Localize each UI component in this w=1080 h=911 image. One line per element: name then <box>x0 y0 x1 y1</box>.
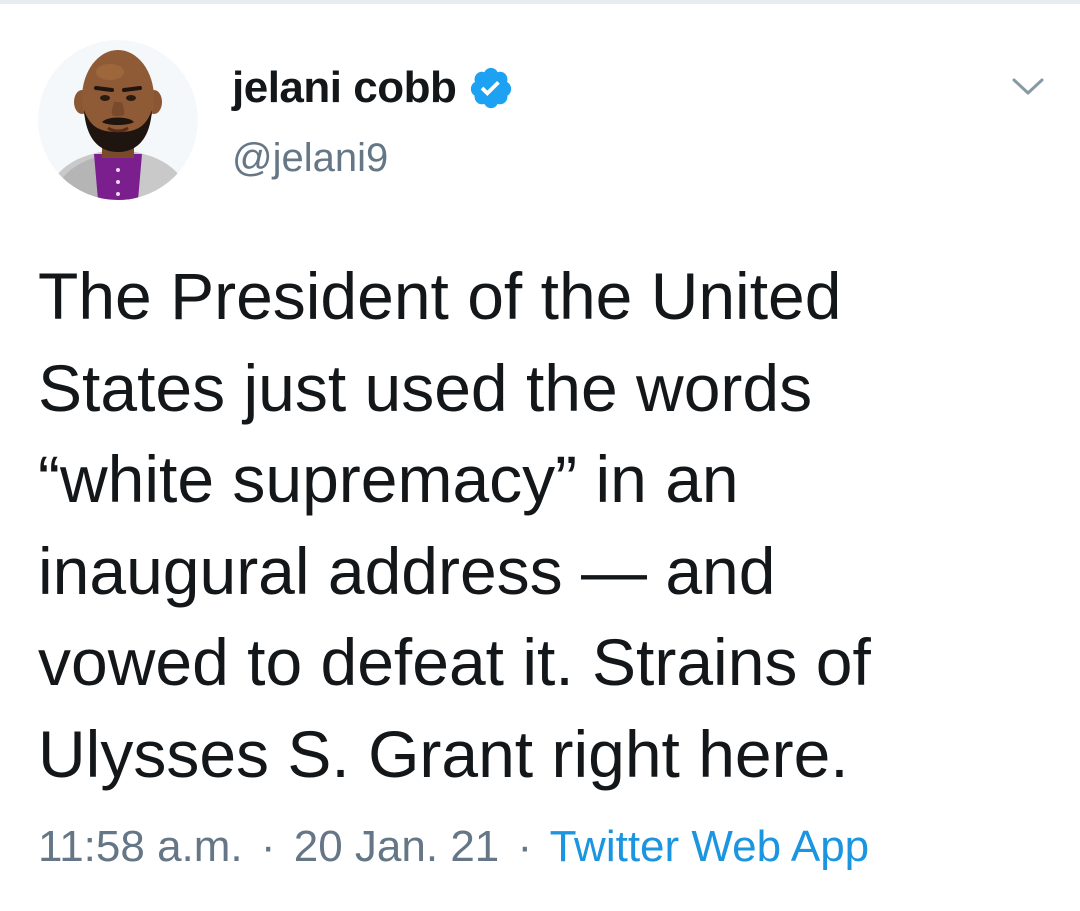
tweet-text: The President of the United States just … <box>38 251 1048 800</box>
meta-separator: · <box>260 822 276 871</box>
tweet-text-line: “white supremacy” in an <box>38 442 739 516</box>
avatar[interactable] <box>38 40 198 200</box>
meta-separator: · <box>517 822 533 871</box>
tweet-text-line: inaugural address — and <box>38 533 776 608</box>
tweet-text-line: vowed to defeat it. Strains of <box>38 625 871 699</box>
author-handle[interactable]: @jelani9 <box>232 136 388 181</box>
chevron-down-icon[interactable] <box>1008 68 1048 104</box>
tweet-text-line: Ulysses S. Grant right here. <box>38 716 849 791</box>
tweet-source-link[interactable]: Twitter Web App <box>550 822 870 871</box>
tweet-date[interactable]: 20 Jan. 21 <box>294 822 500 871</box>
tweet-time[interactable]: 11:58 a.m. <box>38 822 243 871</box>
verified-badge-icon <box>468 65 514 111</box>
tweet-meta: 11:58 a.m. · 20 Jan. 21 · Twitter Web Ap… <box>38 822 869 872</box>
display-name[interactable]: jelani cobb <box>232 63 457 113</box>
tweet-text-line: States just used the words <box>38 350 813 425</box>
tweet-card: jelani cobb @jelani9 The President of th… <box>0 0 1080 911</box>
author-name-row[interactable]: jelani cobb <box>232 58 514 118</box>
tweet-text-line: The President of the United <box>38 259 842 333</box>
avatar-illustration <box>38 40 198 200</box>
